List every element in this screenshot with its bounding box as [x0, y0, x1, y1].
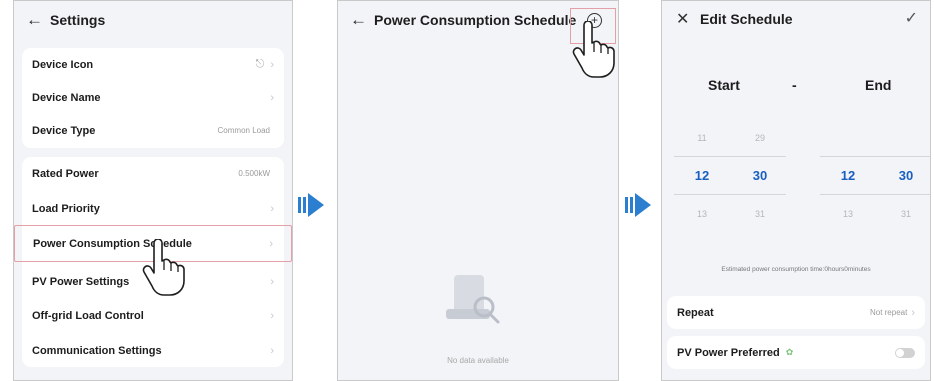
start-hour-prev[interactable]: 11	[687, 133, 717, 143]
settings-item-label: Device Icon	[32, 58, 94, 71]
repeat-row[interactable]: Repeat Not repeat ›	[667, 296, 925, 329]
start-minute-selected[interactable]: 30	[745, 168, 775, 183]
leaf-icon: ✿	[785, 347, 794, 357]
pv-preferred-row: PV Power Preferred ✿	[667, 336, 925, 369]
picker-divider	[674, 194, 786, 195]
chevron-right-icon: ›	[270, 344, 274, 357]
tap-hand-icon	[572, 21, 615, 78]
settings-item-label: Device Name	[32, 91, 101, 104]
repeat-value: Not repeat	[869, 308, 908, 317]
end-minute-selected[interactable]: 30	[891, 168, 921, 183]
close-icon[interactable]: ✕	[676, 9, 689, 29]
back-arrow-icon[interactable]: ←	[26, 10, 44, 30]
flow-arrow-icon	[625, 193, 651, 217]
end-hour-selected[interactable]: 12	[833, 168, 863, 183]
estimated-time-hint: Estimated power consumption time:0hours0…	[721, 266, 871, 273]
plug-icon: ⎋	[255, 58, 265, 70]
chevron-right-icon: ›	[270, 58, 274, 71]
picker-divider	[820, 156, 930, 157]
edit-schedule-panel: ✕ Edit Schedule ✓ Start - End 11 29 12 3…	[661, 0, 931, 381]
end-label: End	[865, 77, 892, 93]
start-minute-prev[interactable]: 29	[745, 133, 775, 143]
settings-item-value: 0.500kW	[238, 169, 270, 178]
settings-item-label: Load Priority	[32, 202, 100, 215]
settings-item-label: Device Type	[32, 124, 96, 137]
pv-preferred-card: PV Power Preferred ✿	[667, 336, 925, 369]
repeat-card[interactable]: Repeat Not repeat ›	[667, 296, 925, 329]
settings-item-value: Common Load	[217, 126, 270, 135]
picker-divider	[820, 194, 930, 195]
settings-item-rated-power[interactable]: Rated Power 0.500kW	[22, 157, 284, 190]
start-minute-next[interactable]: 31	[745, 209, 775, 219]
empty-document-icon	[446, 275, 500, 324]
schedule-list-panel: ← Power Consumption Schedule + No data a…	[337, 0, 619, 381]
page-title: Power Consumption Schedule	[374, 12, 577, 28]
chevron-right-icon: ›	[911, 306, 915, 319]
device-settings-card: Device Icon ⎋ › Device Name › Device Typ…	[22, 48, 284, 148]
picker-divider	[674, 156, 786, 157]
repeat-label: Repeat	[677, 306, 714, 319]
start-hour-selected[interactable]: 12	[687, 168, 717, 183]
start-label: Start	[708, 77, 740, 93]
tap-hand-icon	[142, 239, 185, 296]
chevron-right-icon: ›	[270, 275, 274, 288]
flow-arrow-icon	[298, 193, 324, 217]
chevron-right-icon: ›	[270, 202, 274, 215]
settings-item-off-grid-load-control[interactable]: Off-grid Load Control ›	[22, 299, 284, 332]
settings-header: ← Settings	[14, 1, 292, 39]
settings-panel: ← Settings Device Icon ⎋ › Device Name ›…	[13, 0, 293, 381]
settings-item-device-type[interactable]: Device Type Common Load	[22, 114, 284, 147]
settings-item-communication-settings[interactable]: Communication Settings ›	[22, 334, 284, 367]
end-hour-next[interactable]: 13	[833, 209, 863, 219]
settings-item-label: Off-grid Load Control	[32, 309, 144, 322]
chevron-right-icon: ›	[270, 309, 274, 322]
pv-preferred-label: PV Power Preferred	[677, 346, 780, 359]
back-arrow-icon[interactable]: ←	[350, 10, 368, 30]
pv-preferred-toggle[interactable]	[895, 347, 915, 358]
settings-item-load-priority[interactable]: Load Priority ›	[22, 192, 284, 225]
empty-state-text: No data available	[447, 356, 509, 365]
page-title: Edit Schedule	[700, 11, 793, 27]
page-title: Settings	[50, 12, 106, 28]
end-minute-next[interactable]: 31	[891, 209, 921, 219]
chevron-right-icon: ›	[270, 91, 274, 104]
settings-item-device-name[interactable]: Device Name ›	[22, 81, 284, 114]
settings-item-label: Rated Power	[32, 167, 99, 180]
settings-item-device-icon[interactable]: Device Icon ⎋ ›	[22, 48, 284, 81]
check-icon[interactable]: ✓	[905, 8, 918, 28]
settings-item-label: Communication Settings	[32, 344, 162, 357]
start-hour-next[interactable]: 13	[687, 209, 717, 219]
time-separator: -	[792, 77, 797, 93]
chevron-right-icon: ›	[269, 237, 273, 250]
